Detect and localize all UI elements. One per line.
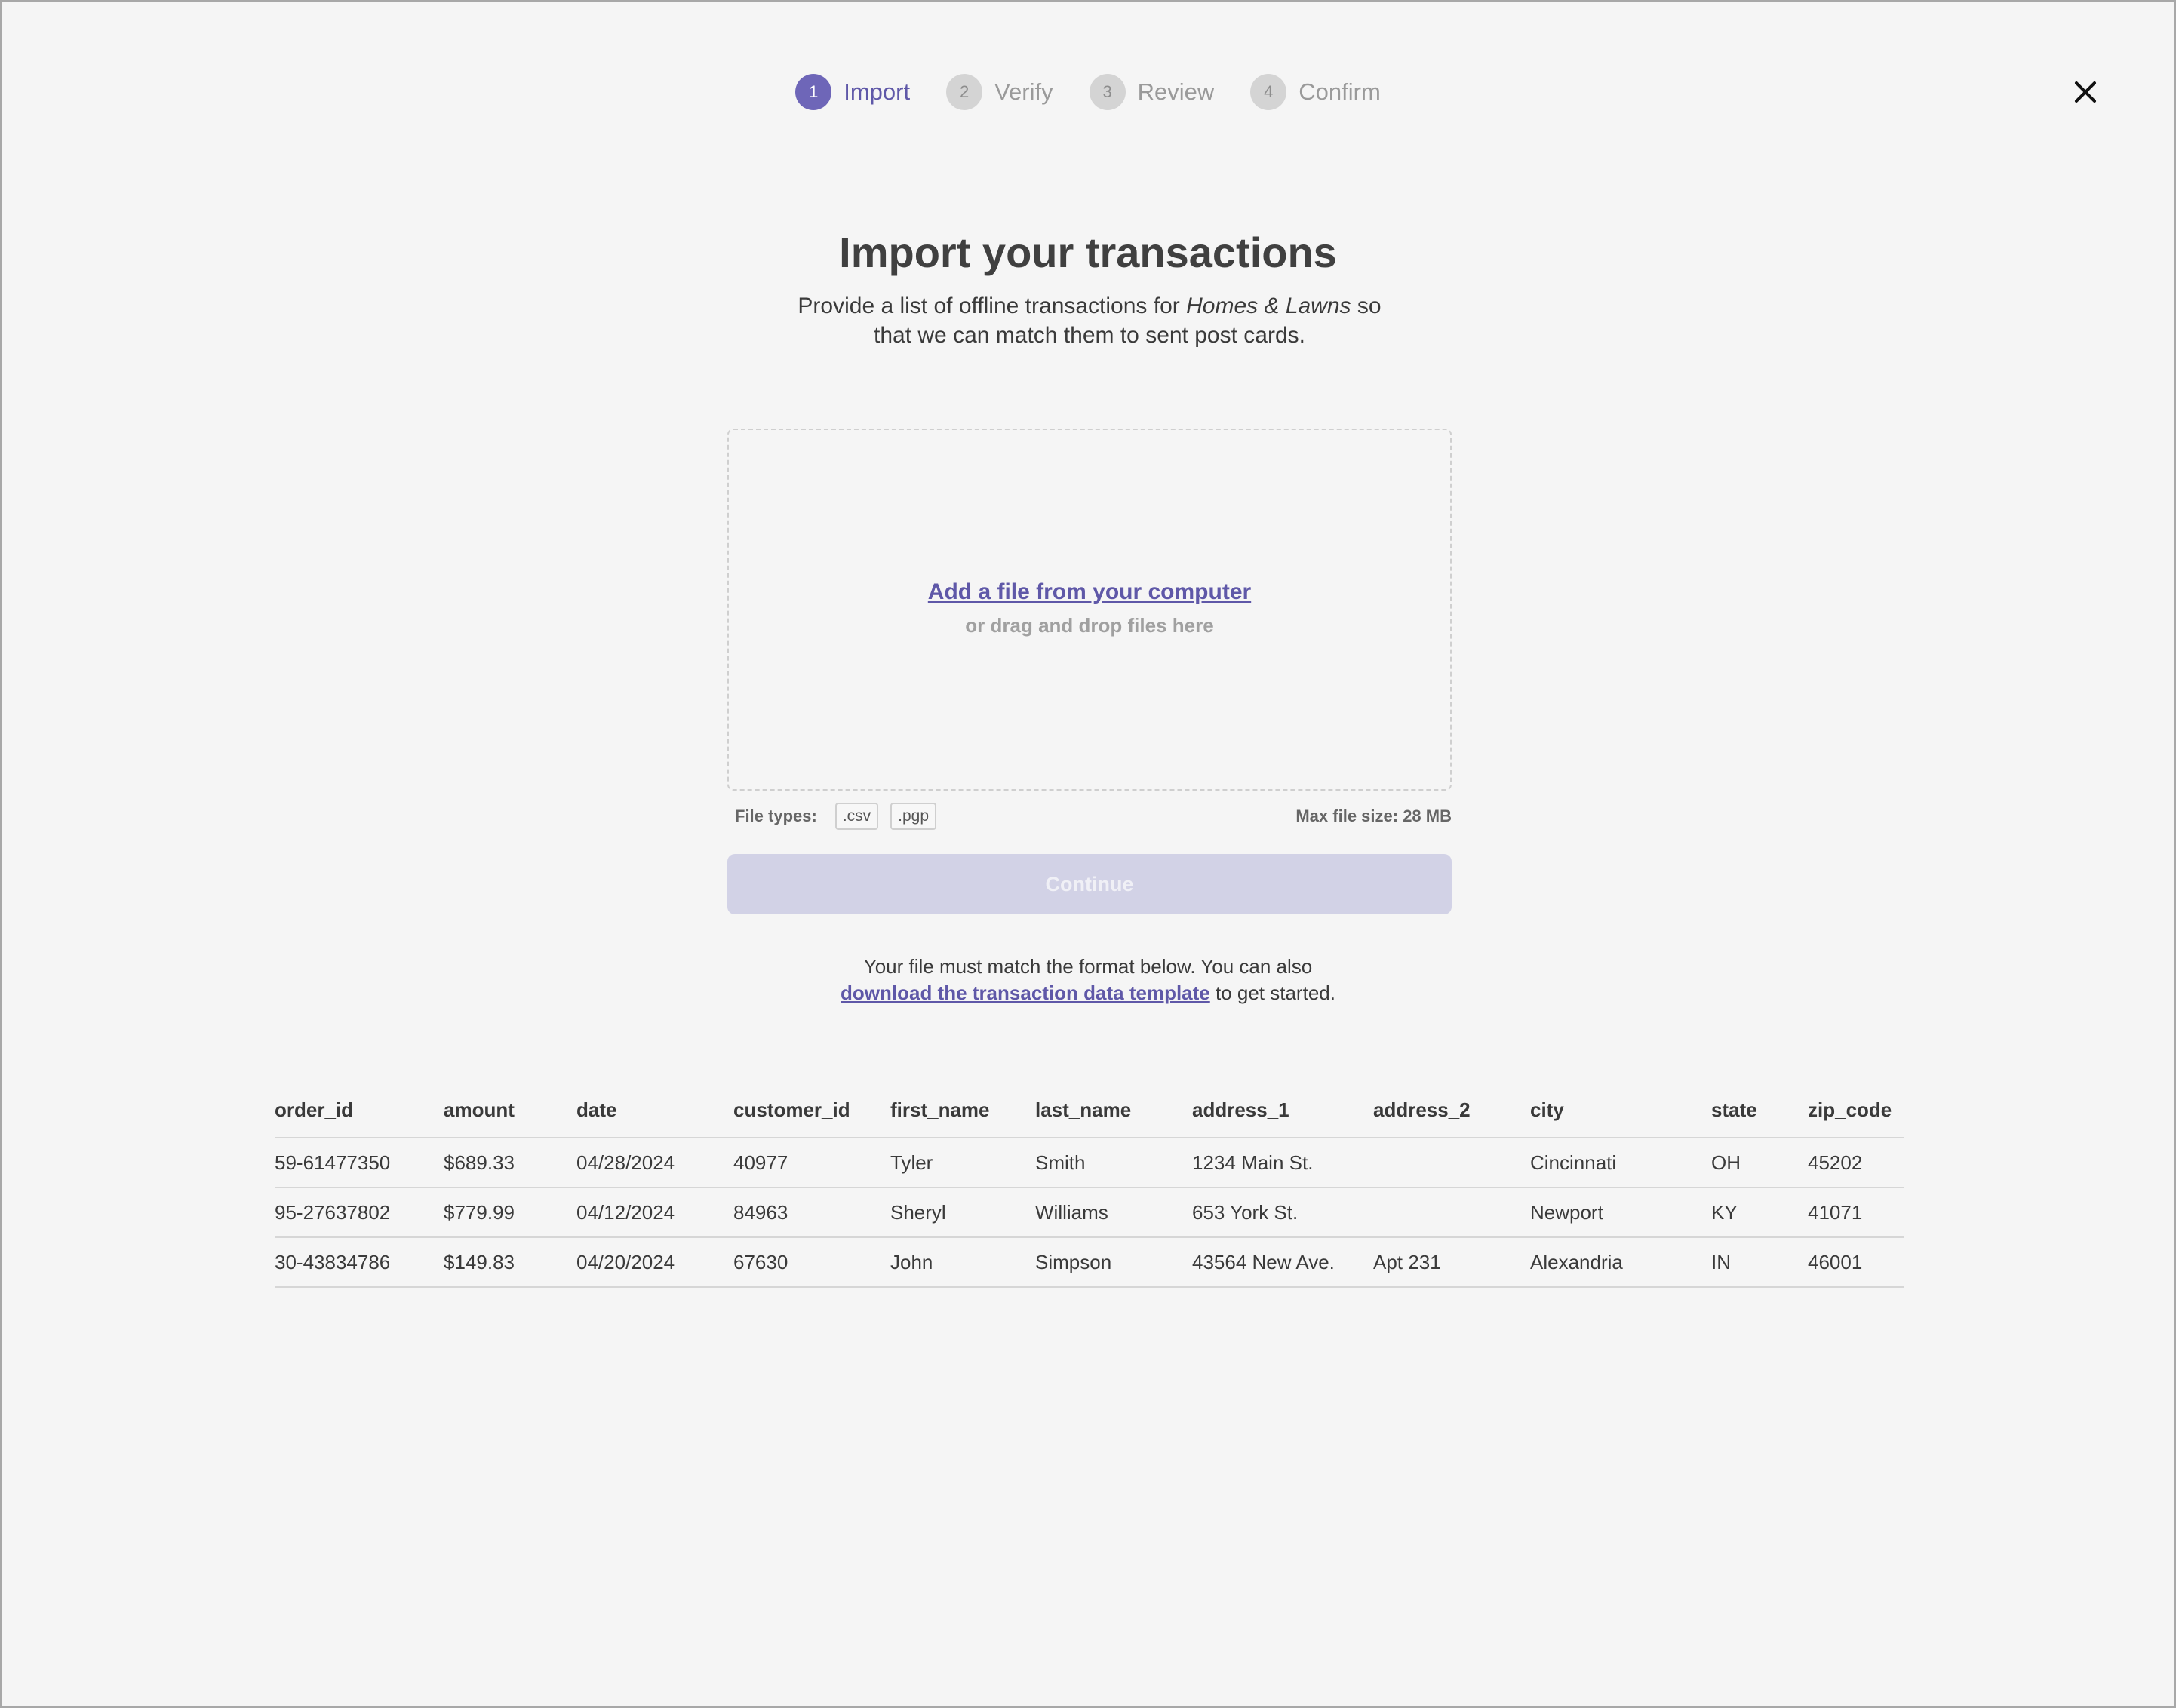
- file-types-label: File types:: [735, 806, 817, 825]
- table-cell: $149.83: [444, 1237, 576, 1288]
- column-header: order_id: [275, 1083, 444, 1138]
- format-note-end: to get started.: [1209, 981, 1335, 1004]
- step-import[interactable]: 1 Import: [795, 74, 910, 110]
- import-modal: 1 Import 2 Verify 3 Review 4 Confirm Imp…: [0, 0, 2176, 1708]
- column-header: date: [576, 1083, 733, 1138]
- column-header: address_2: [1373, 1083, 1530, 1138]
- continue-button[interactable]: Continue: [727, 854, 1452, 914]
- column-header: state: [1711, 1083, 1808, 1138]
- column-header: address_1: [1192, 1083, 1373, 1138]
- table-cell: 40977: [733, 1138, 890, 1188]
- table-cell: 41071: [1808, 1187, 1904, 1238]
- table-cell: 04/12/2024: [576, 1187, 733, 1238]
- close-button[interactable]: [2067, 74, 2104, 110]
- page-title: Import your transactions: [839, 229, 1337, 276]
- subtitle-text: Provide a list of offline transactions f…: [798, 293, 1187, 318]
- step-number: 2: [946, 74, 983, 110]
- table-cell: 30-43834786: [275, 1237, 444, 1288]
- table-cell: Newport: [1530, 1187, 1711, 1238]
- file-drop-zone[interactable]: Add a file from your computer or drag an…: [727, 429, 1452, 791]
- table-cell: Williams: [1035, 1187, 1192, 1238]
- table-cell: Simpson: [1035, 1237, 1192, 1288]
- table-cell: Sheryl: [890, 1187, 1035, 1238]
- column-header: last_name: [1035, 1083, 1192, 1138]
- table-row: 59-61477350 $689.33 04/28/2024 40977 Tyl…: [275, 1138, 1904, 1188]
- table-cell: IN: [1711, 1237, 1808, 1288]
- add-file-link[interactable]: Add a file from your computer: [729, 579, 1450, 605]
- table-cell: $779.99: [444, 1187, 576, 1238]
- table-row: 30-43834786 $149.83 04/20/2024 67630 Joh…: [275, 1237, 1904, 1288]
- step-number: 3: [1089, 74, 1126, 110]
- table-cell: 04/20/2024: [576, 1237, 733, 1288]
- format-example-table: order_id amount date customer_id first_n…: [275, 1083, 1904, 1288]
- table-cell: KY: [1711, 1187, 1808, 1238]
- step-review[interactable]: 3 Review: [1089, 74, 1215, 110]
- table-cell: Tyler: [890, 1138, 1035, 1188]
- file-types-row: File types: .csv .pgp Max file size: 28 …: [735, 801, 1452, 831]
- table-cell: 1234 Main St.: [1192, 1138, 1373, 1188]
- max-file-size: Max file size: 28 MB: [1295, 806, 1452, 825]
- file-type-chip: .pgp: [890, 803, 937, 830]
- table-cell: [1373, 1187, 1530, 1238]
- column-header: amount: [444, 1083, 576, 1138]
- column-header: first_name: [890, 1083, 1035, 1138]
- table-cell: John: [890, 1237, 1035, 1288]
- table-cell: OH: [1711, 1138, 1808, 1188]
- table-cell: 45202: [1808, 1138, 1904, 1188]
- step-label: Confirm: [1299, 78, 1381, 105]
- table-header-row: order_id amount date customer_id first_n…: [275, 1083, 1904, 1138]
- step-label: Verify: [994, 78, 1053, 105]
- step-confirm[interactable]: 4 Confirm: [1250, 74, 1381, 110]
- table-cell: Apt 231: [1373, 1237, 1530, 1288]
- close-icon: [2075, 81, 2096, 103]
- table-cell: 95-27637802: [275, 1187, 444, 1238]
- step-label: Review: [1137, 78, 1215, 105]
- step-number: 1: [795, 74, 832, 110]
- table-cell: 46001: [1808, 1237, 1904, 1288]
- table-cell: 59-61477350: [275, 1138, 444, 1188]
- business-name: Homes & Lawns: [1186, 293, 1351, 318]
- table-cell: Alexandria: [1530, 1237, 1711, 1288]
- step-verify[interactable]: 2 Verify: [946, 74, 1053, 110]
- drag-drop-hint: or drag and drop files here: [965, 614, 1214, 637]
- format-note-text: Your file must match the format below. Y…: [863, 955, 1313, 978]
- format-note: Your file must match the format below. Y…: [2, 954, 2174, 1006]
- table-cell: [1373, 1138, 1530, 1188]
- table-cell: 84963: [733, 1187, 890, 1238]
- download-template-link[interactable]: download the transaction data template: [841, 981, 1210, 1004]
- table-cell: $689.33: [444, 1138, 576, 1188]
- table-cell: 43564 New Ave.: [1192, 1237, 1373, 1288]
- step-label: Import: [844, 78, 911, 105]
- file-type-chip: .csv: [834, 803, 879, 830]
- step-number: 4: [1250, 74, 1287, 110]
- stepper: 1 Import 2 Verify 3 Review 4 Confirm: [2, 74, 2174, 110]
- table-cell: 653 York St.: [1192, 1187, 1373, 1238]
- table-cell: 67630: [733, 1237, 890, 1288]
- table-row: 95-27637802 $779.99 04/12/2024 84963 She…: [275, 1187, 1904, 1238]
- column-header: customer_id: [733, 1083, 890, 1138]
- page-subtitle: Provide a list of offline transactions f…: [786, 291, 1393, 350]
- column-header: zip_code: [1808, 1083, 1904, 1138]
- table-cell: Smith: [1035, 1138, 1192, 1188]
- table-cell: 04/28/2024: [576, 1138, 733, 1188]
- table-cell: Cincinnati: [1530, 1138, 1711, 1188]
- column-header: city: [1530, 1083, 1711, 1138]
